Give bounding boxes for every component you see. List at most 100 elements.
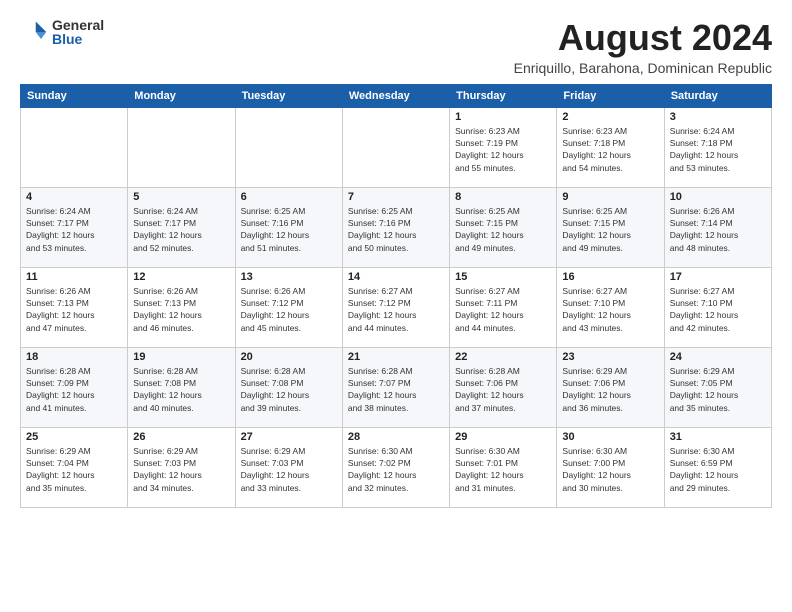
day-info: Sunrise: 6:30 AMSunset: 6:59 PMDaylight:…	[670, 445, 766, 494]
day-number: 15	[455, 271, 551, 283]
day-number: 24	[670, 351, 766, 363]
day-info: Sunrise: 6:25 AMSunset: 7:15 PMDaylight:…	[455, 205, 551, 254]
calendar-cell: 27Sunrise: 6:29 AMSunset: 7:03 PMDayligh…	[235, 427, 342, 507]
calendar-week-2: 4 Sunrise: 6:24 AMSunset: 7:17 PMDaylight…	[21, 187, 772, 267]
col-saturday: Saturday	[664, 84, 771, 107]
day-info: Sunrise: 6:28 AMSunset: 7:08 PMDaylight:…	[133, 365, 229, 414]
calendar-cell	[21, 107, 128, 187]
calendar-cell: 31 Sunrise: 6:30 AMSunset: 6:59 PMDayligh…	[664, 427, 771, 507]
day-number: 31	[670, 431, 766, 443]
day-info: Sunrise: 6:28 AMSunset: 7:09 PMDaylight:…	[26, 365, 122, 414]
title-area: August 2024 Enriquillo, Barahona, Domini…	[514, 18, 772, 76]
calendar-cell: 1Sunrise: 6:23 AMSunset: 7:19 PMDaylight…	[450, 107, 557, 187]
day-info: Sunrise: 6:24 AMSunset: 7:18 PMDaylight:…	[670, 125, 766, 174]
day-number: 12	[133, 271, 229, 283]
col-wednesday: Wednesday	[342, 84, 449, 107]
day-info: Sunrise: 6:26 AMSunset: 7:12 PMDaylight:…	[241, 285, 337, 334]
calendar-cell	[235, 107, 342, 187]
calendar-cell: 29Sunrise: 6:30 AMSunset: 7:01 PMDayligh…	[450, 427, 557, 507]
calendar-cell: 5Sunrise: 6:24 AMSunset: 7:17 PMDaylight…	[128, 187, 235, 267]
day-number: 20	[241, 351, 337, 363]
logo-text: General Blue	[52, 18, 104, 46]
calendar-cell: 10 Sunrise: 6:26 AMSunset: 7:14 PMDayligh…	[664, 187, 771, 267]
logo: General Blue	[20, 18, 104, 46]
logo-blue: Blue	[52, 32, 104, 46]
day-number: 25	[26, 431, 122, 443]
calendar-cell: 3 Sunrise: 6:24 AMSunset: 7:18 PMDaylight…	[664, 107, 771, 187]
calendar-week-3: 11 Sunrise: 6:26 AMSunset: 7:13 PMDayligh…	[21, 267, 772, 347]
day-number: 13	[241, 271, 337, 283]
calendar-cell: 30 Sunrise: 6:30 AMSunset: 7:00 PMDayligh…	[557, 427, 664, 507]
calendar-cell: 23 Sunrise: 6:29 AMSunset: 7:06 PMDayligh…	[557, 347, 664, 427]
day-info: Sunrise: 6:23 AMSunset: 7:18 PMDaylight:…	[562, 125, 658, 174]
calendar-cell: 13 Sunrise: 6:26 AMSunset: 7:12 PMDayligh…	[235, 267, 342, 347]
day-number: 23	[562, 351, 658, 363]
calendar-cell: 15 Sunrise: 6:27 AMSunset: 7:11 PMDayligh…	[450, 267, 557, 347]
calendar-week-5: 25Sunrise: 6:29 AMSunset: 7:04 PMDayligh…	[21, 427, 772, 507]
calendar-cell: 26 Sunrise: 6:29 AMSunset: 7:03 PMDayligh…	[128, 427, 235, 507]
day-number: 2	[562, 111, 658, 123]
day-number: 28	[348, 431, 444, 443]
calendar-cell: 4 Sunrise: 6:24 AMSunset: 7:17 PMDaylight…	[21, 187, 128, 267]
subtitle: Enriquillo, Barahona, Dominican Republic	[514, 60, 772, 76]
day-info: Sunrise: 6:26 AMSunset: 7:13 PMDaylight:…	[133, 285, 229, 334]
calendar-cell	[128, 107, 235, 187]
day-number: 11	[26, 271, 122, 283]
col-friday: Friday	[557, 84, 664, 107]
day-number: 17	[670, 271, 766, 283]
header-row: Sunday Monday Tuesday Wednesday Thursday…	[21, 84, 772, 107]
day-info: Sunrise: 6:28 AMSunset: 7:06 PMDaylight:…	[455, 365, 551, 414]
main-title: August 2024	[514, 18, 772, 58]
calendar: Sunday Monday Tuesday Wednesday Thursday…	[20, 84, 772, 508]
day-info: Sunrise: 6:25 AMSunset: 7:16 PMDaylight:…	[241, 205, 337, 254]
calendar-cell: 16 Sunrise: 6:27 AMSunset: 7:10 PMDayligh…	[557, 267, 664, 347]
day-info: Sunrise: 6:26 AMSunset: 7:13 PMDaylight:…	[26, 285, 122, 334]
day-info: Sunrise: 6:24 AMSunset: 7:17 PMDaylight:…	[26, 205, 122, 254]
day-info: Sunrise: 6:28 AMSunset: 7:07 PMDaylight:…	[348, 365, 444, 414]
header: General Blue August 2024 Enriquillo, Bar…	[20, 18, 772, 76]
day-info: Sunrise: 6:27 AMSunset: 7:11 PMDaylight:…	[455, 285, 551, 334]
day-number: 30	[562, 431, 658, 443]
day-number: 19	[133, 351, 229, 363]
day-number: 27	[241, 431, 337, 443]
day-info: Sunrise: 6:30 AMSunset: 7:00 PMDaylight:…	[562, 445, 658, 494]
day-number: 14	[348, 271, 444, 283]
day-info: Sunrise: 6:29 AMSunset: 7:03 PMDaylight:…	[133, 445, 229, 494]
calendar-cell: 25Sunrise: 6:29 AMSunset: 7:04 PMDayligh…	[21, 427, 128, 507]
day-number: 3	[670, 111, 766, 123]
day-number: 8	[455, 191, 551, 203]
day-info: Sunrise: 6:29 AMSunset: 7:06 PMDaylight:…	[562, 365, 658, 414]
logo-icon	[20, 18, 48, 46]
calendar-cell: 9Sunrise: 6:25 AMSunset: 7:15 PMDaylight…	[557, 187, 664, 267]
day-number: 21	[348, 351, 444, 363]
day-info: Sunrise: 6:27 AMSunset: 7:10 PMDaylight:…	[670, 285, 766, 334]
calendar-cell: 7Sunrise: 6:25 AMSunset: 7:16 PMDaylight…	[342, 187, 449, 267]
calendar-header: Sunday Monday Tuesday Wednesday Thursday…	[21, 84, 772, 107]
calendar-cell: 19 Sunrise: 6:28 AMSunset: 7:08 PMDayligh…	[128, 347, 235, 427]
day-number: 10	[670, 191, 766, 203]
page: General Blue August 2024 Enriquillo, Bar…	[0, 0, 792, 612]
calendar-cell: 20Sunrise: 6:28 AMSunset: 7:08 PMDayligh…	[235, 347, 342, 427]
day-info: Sunrise: 6:27 AMSunset: 7:10 PMDaylight:…	[562, 285, 658, 334]
calendar-cell	[342, 107, 449, 187]
col-sunday: Sunday	[21, 84, 128, 107]
calendar-body: 1Sunrise: 6:23 AMSunset: 7:19 PMDaylight…	[21, 107, 772, 507]
calendar-cell: 24Sunrise: 6:29 AMSunset: 7:05 PMDayligh…	[664, 347, 771, 427]
calendar-cell: 2 Sunrise: 6:23 AMSunset: 7:18 PMDaylight…	[557, 107, 664, 187]
day-info: Sunrise: 6:25 AMSunset: 7:15 PMDaylight:…	[562, 205, 658, 254]
calendar-cell: 21 Sunrise: 6:28 AMSunset: 7:07 PMDayligh…	[342, 347, 449, 427]
calendar-cell: 11 Sunrise: 6:26 AMSunset: 7:13 PMDayligh…	[21, 267, 128, 347]
calendar-cell: 28Sunrise: 6:30 AMSunset: 7:02 PMDayligh…	[342, 427, 449, 507]
calendar-cell: 8 Sunrise: 6:25 AMSunset: 7:15 PMDaylight…	[450, 187, 557, 267]
calendar-cell: 12 Sunrise: 6:26 AMSunset: 7:13 PMDayligh…	[128, 267, 235, 347]
calendar-cell: 18Sunrise: 6:28 AMSunset: 7:09 PMDayligh…	[21, 347, 128, 427]
day-number: 16	[562, 271, 658, 283]
logo-general: General	[52, 18, 104, 32]
day-info: Sunrise: 6:26 AMSunset: 7:14 PMDaylight:…	[670, 205, 766, 254]
calendar-cell: 14Sunrise: 6:27 AMSunset: 7:12 PMDayligh…	[342, 267, 449, 347]
day-info: Sunrise: 6:24 AMSunset: 7:17 PMDaylight:…	[133, 205, 229, 254]
calendar-week-1: 1Sunrise: 6:23 AMSunset: 7:19 PMDaylight…	[21, 107, 772, 187]
day-number: 1	[455, 111, 551, 123]
day-number: 26	[133, 431, 229, 443]
day-number: 4	[26, 191, 122, 203]
